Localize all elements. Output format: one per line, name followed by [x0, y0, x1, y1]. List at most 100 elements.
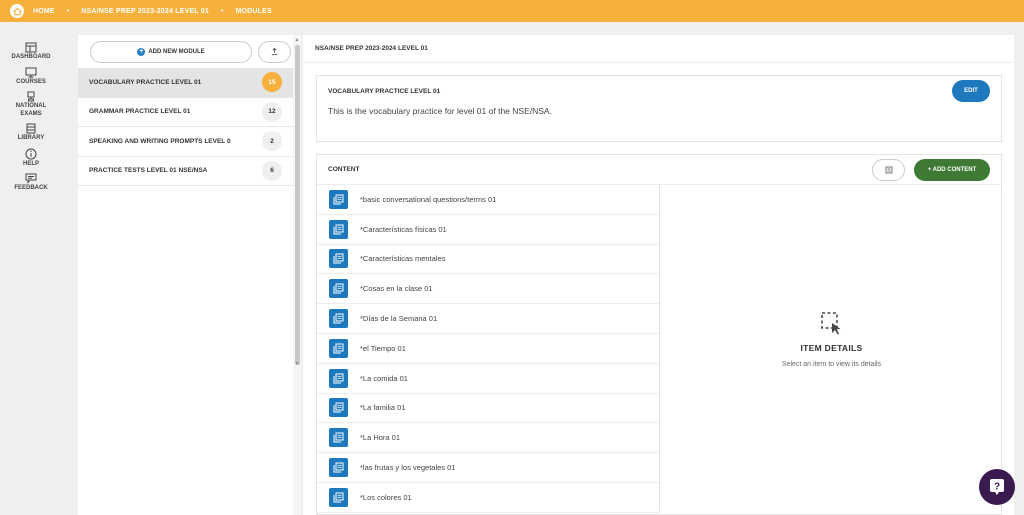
module-name: SPEAKING AND WRITING PROMPTS LEVEL 0 [89, 137, 231, 145]
content-item[interactable]: *Los colores 01 [317, 483, 659, 513]
main-panel: NSA/NSE PREP 2023-2024 LEVEL 01 VOCABULA… [303, 35, 1014, 515]
content-list: *basic conversational questions/terms 01… [317, 185, 660, 513]
nav-library[interactable]: LIBRARY [0, 123, 62, 143]
content-item[interactable]: *Características físicas 01 [317, 215, 659, 245]
question-icon: ? [990, 479, 1004, 495]
document-icon [329, 428, 348, 448]
content-item-label: *Características físicas 01 [360, 224, 447, 234]
content-item-label: *La comida 01 [360, 373, 408, 383]
content-item[interactable]: *basic conversational questions/terms 01 [317, 185, 659, 215]
content-item-label: *basic conversational questions/terms 01 [360, 194, 497, 204]
content-item-label: *el Tiempo 01 [360, 343, 406, 353]
nav-label: LIBRARY [17, 135, 45, 141]
document-icon [329, 398, 348, 418]
nav-label: DASHBOARD [11, 54, 51, 60]
content-item[interactable]: *La familia 01 [317, 394, 659, 424]
top-bar: HOME • NSA/NSE PREP 2023-2024 LEVEL 01 •… [0, 0, 1024, 22]
breadcrumb-course[interactable]: NSA/NSE PREP 2023-2024 LEVEL 01 [81, 8, 209, 15]
scroll-down-icon[interactable]: ▼ [294, 361, 300, 367]
nav-national-exams[interactable]: NATIONAL EXAMS [0, 91, 62, 118]
nav-label: NATIONAL EXAMS [15, 103, 47, 117]
item-details-subtitle: Select an item to view its details [781, 361, 882, 368]
module-card: VOCABULARY PRACTICE LEVEL 01 EDIT This i… [316, 75, 1002, 142]
document-icon [329, 219, 348, 239]
modules-header: + ADD NEW MODULE [78, 35, 293, 68]
courses-icon [25, 67, 37, 77]
nav-label: COURSES [16, 78, 46, 85]
module-name: VOCABULARY PRACTICE LEVEL 01 [89, 78, 202, 86]
list-icon [885, 166, 892, 173]
breadcrumb-home[interactable]: HOME [33, 8, 55, 15]
module-card-title: VOCABULARY PRACTICE LEVEL 01 [328, 87, 441, 95]
content-item-label: *las frutas y los vegetales 01 [360, 463, 456, 473]
module-count-badge: 6 [262, 160, 282, 181]
scroll-up-icon[interactable]: ▲ [294, 37, 300, 43]
content-item[interactable]: *el Tiempo 01 [317, 334, 659, 364]
module-card-header: VOCABULARY PRACTICE LEVEL 01 EDIT [317, 76, 1001, 106]
dashboard-icon [25, 42, 37, 53]
document-icon [329, 487, 348, 507]
content-item[interactable]: *La comida 01 [317, 364, 659, 394]
upload-button[interactable] [258, 40, 291, 63]
content-item[interactable]: *La Hora 01 [317, 423, 659, 454]
content-item-label: *La Hora 01 [360, 433, 401, 443]
module-item[interactable]: GRAMMAR PRACTICE LEVEL 01 12 [78, 98, 293, 127]
content-item[interactable]: *Cosas en la clase 01 [317, 274, 659, 305]
page-title: NSA/NSE PREP 2023-2024 LEVEL 01 [303, 35, 1014, 63]
feedback-icon [25, 173, 37, 184]
module-item[interactable]: PRACTICE TESTS LEVEL 01 NSE/NSA 6 [78, 157, 293, 186]
content-item-label: *La familia 01 [360, 403, 406, 413]
content-card: CONTENT + ADD CONTENT *basic conversatio… [316, 154, 1002, 515]
content-item[interactable]: *Días de la Semana 01 [317, 304, 659, 334]
document-icon [329, 458, 348, 478]
bulk-action-button[interactable] [872, 158, 905, 181]
document-icon [329, 368, 348, 388]
document-icon [329, 189, 348, 209]
nav-dashboard[interactable]: DASHBOARD [0, 42, 62, 62]
home-logo-icon[interactable] [10, 4, 24, 18]
left-nav: DASHBOARD COURSES NATIONAL EXAMS LIBRARY… [0, 22, 62, 515]
content-item-label: *Cosas en la clase 01 [360, 284, 433, 294]
library-icon [26, 123, 36, 134]
item-details-panel: ITEM DETAILS Select an item to view its … [661, 185, 1002, 511]
breadcrumb-modules[interactable]: MODULES [235, 8, 271, 15]
document-icon [329, 309, 348, 329]
select-cursor-icon [820, 312, 840, 335]
breadcrumb-separator: • [66, 7, 70, 15]
nav-feedback[interactable]: FEEDBACK [0, 173, 62, 193]
breadcrumb-separator: • [221, 7, 224, 15]
info-icon [25, 148, 37, 159]
module-name: PRACTICE TESTS LEVEL 01 NSE/NSA [89, 167, 208, 175]
item-details-title: ITEM DETAILS [800, 343, 863, 353]
module-count-badge: 2 [262, 131, 282, 152]
content-tools: + ADD CONTENT [872, 158, 990, 181]
module-item[interactable]: SPEAKING AND WRITING PROMPTS LEVEL 0 2 [78, 127, 293, 157]
content-card-title: CONTENT [328, 166, 360, 173]
document-icon [329, 279, 348, 299]
module-count-badge: 15 [262, 72, 282, 93]
scrollbar-thumb[interactable] [294, 45, 300, 365]
nav-label: HELP [22, 160, 39, 167]
document-icon [329, 338, 348, 358]
plus-icon: + [137, 47, 146, 56]
modules-scrollbar[interactable]: ▲ ▼ [293, 35, 301, 515]
nav-help[interactable]: HELP [0, 148, 62, 169]
nav-label: FEEDBACK [14, 185, 48, 191]
add-module-label: ADD NEW MODULE [148, 48, 205, 55]
document-icon [329, 249, 348, 269]
nav-courses[interactable]: COURSES [0, 67, 62, 87]
add-content-button[interactable]: + ADD CONTENT [914, 158, 990, 181]
module-description: This is the vocabulary practice for leve… [328, 106, 552, 116]
content-item-label: *Días de la Semana 01 [360, 314, 438, 324]
module-count-badge: 12 [262, 101, 282, 122]
content-item[interactable]: *las frutas y los vegetales 01 [317, 453, 659, 483]
content-item-label: *Características mentales [360, 254, 446, 264]
add-module-button[interactable]: + ADD NEW MODULE [90, 40, 252, 63]
exams-icon [27, 91, 35, 102]
module-item[interactable]: VOCABULARY PRACTICE LEVEL 01 15 [78, 68, 293, 98]
edit-button[interactable]: EDIT [952, 80, 990, 102]
content-item[interactable]: *Características mentales [317, 245, 659, 275]
help-chat-button[interactable]: ? [979, 469, 1015, 505]
svg-text:?: ? [994, 482, 1000, 493]
upload-icon [271, 47, 278, 56]
